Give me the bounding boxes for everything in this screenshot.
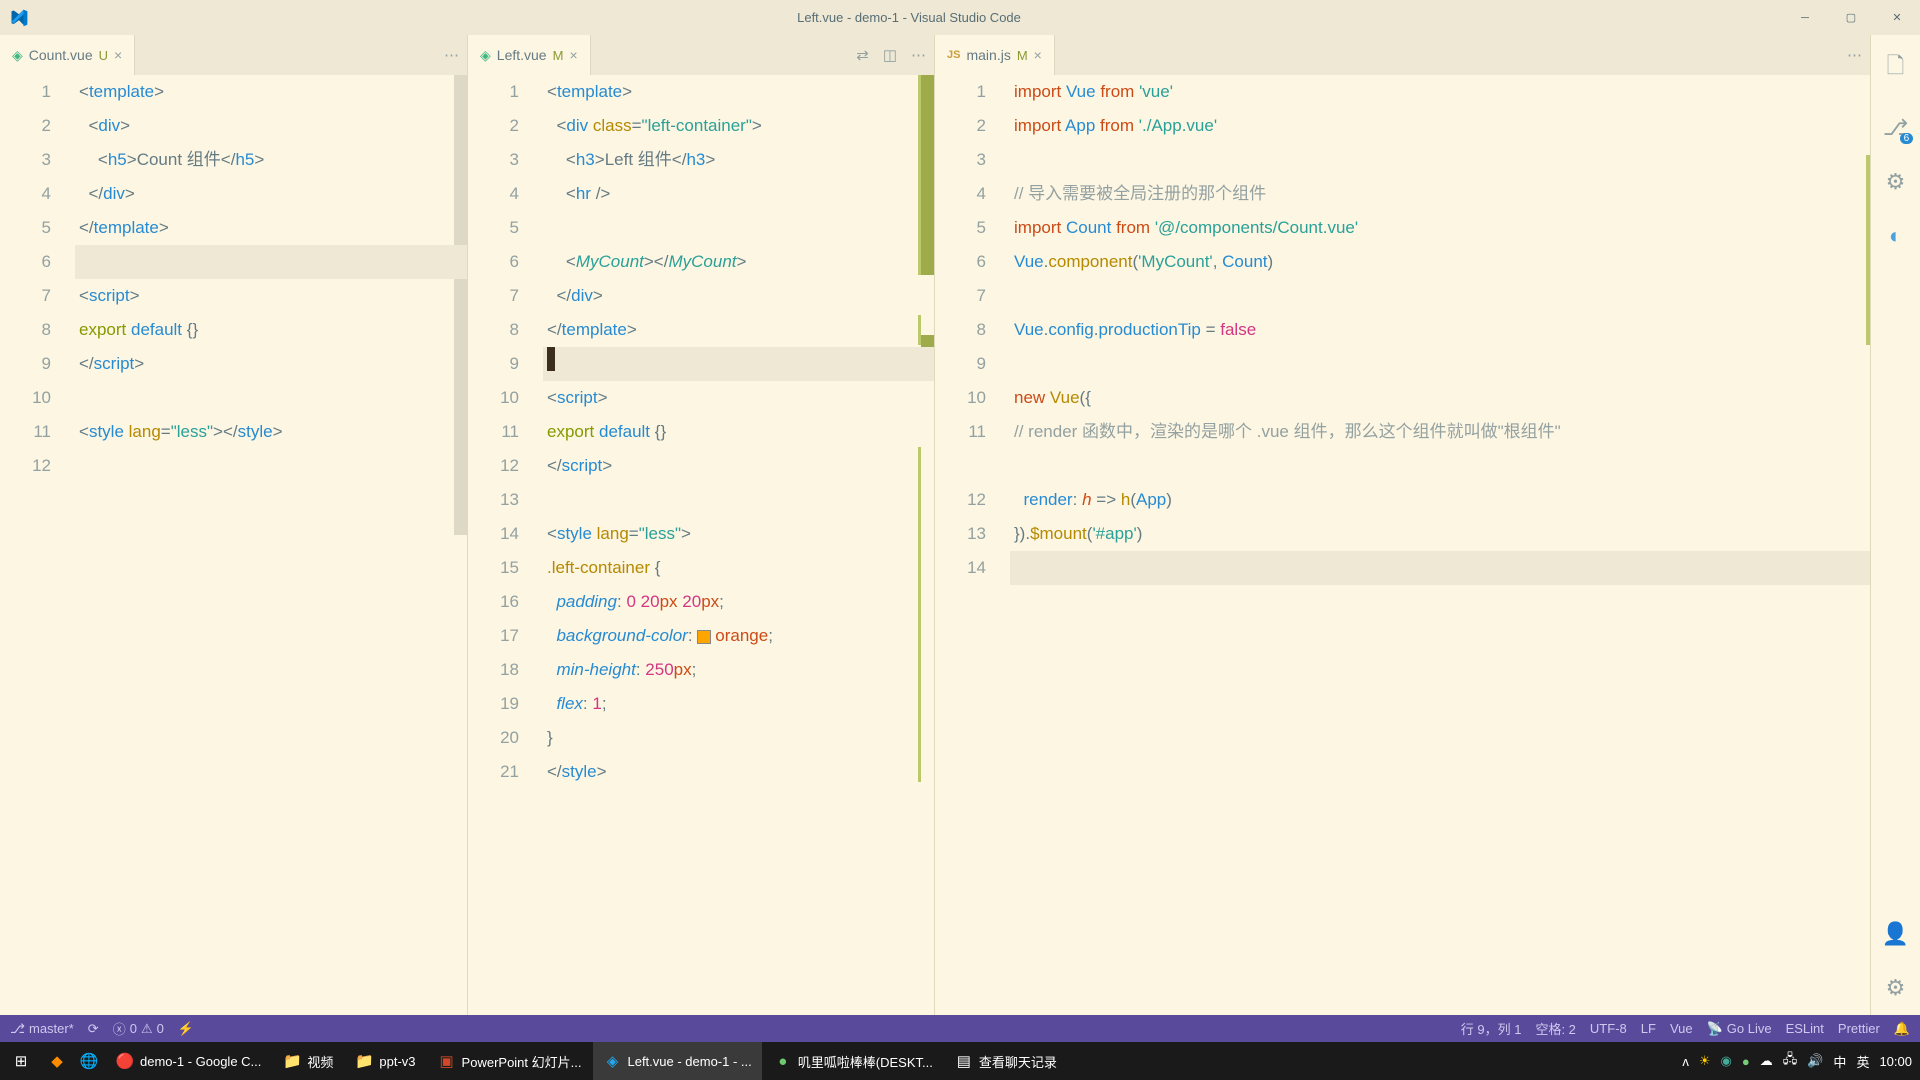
git-branch[interactable]: ⎇ master* — [10, 1021, 74, 1037]
extensions-icon[interactable]: ⚙ — [1886, 169, 1906, 195]
close-icon[interactable]: × — [569, 47, 577, 63]
maximize-button[interactable]: ▢ — [1828, 0, 1874, 35]
explorer-icon[interactable]: 🗋 — [1887, 49, 1905, 87]
gutter: 1234567891011121314 — [935, 75, 1010, 1015]
indentation[interactable]: 空格: 2 — [1535, 1019, 1575, 1038]
gutter: 123456789101112 — [0, 75, 75, 1015]
vue-icon: ◈ — [480, 47, 491, 64]
volume-icon[interactable]: 🔊 — [1807, 1053, 1823, 1069]
tray-icon[interactable]: ☁ — [1760, 1053, 1773, 1069]
titlebar: Left.vue - demo-1 - Visual Studio Code ─… — [0, 0, 1920, 35]
tab-bar-1: ◈ Count.vue U × ⋯ — [0, 35, 467, 75]
close-button[interactable]: ✕ — [1874, 0, 1920, 35]
vscode-icon — [10, 9, 28, 27]
tab-bar-2: ◈ Left.vue M × ⇄ ◫ ⋯ — [468, 35, 934, 75]
activity-bar: 🗋 ⎇6 ⚙ ◐ 👤 ⚙ — [1870, 35, 1920, 1015]
taskbar-chrome[interactable]: 🔴demo-1 - Google C... — [106, 1042, 271, 1080]
encoding[interactable]: UTF-8 — [1590, 1021, 1627, 1036]
tray-up-icon[interactable]: ʌ — [1682, 1054, 1689, 1069]
language-mode[interactable]: Vue — [1670, 1021, 1693, 1036]
prettier[interactable]: Prettier — [1838, 1021, 1880, 1036]
color-swatch[interactable] — [697, 630, 711, 644]
edge-icon[interactable]: ◐ — [1889, 223, 1902, 249]
ime-cn[interactable]: 中 — [1833, 1052, 1846, 1071]
tab-main-js[interactable]: JS main.js M × — [935, 35, 1055, 75]
tab-bar-3: JS main.js M × ⋯ — [935, 35, 1870, 75]
vue-icon: ◈ — [12, 47, 23, 64]
taskbar-app[interactable]: ◆ — [42, 1042, 72, 1080]
tab-count-vue[interactable]: ◈ Count.vue U × — [0, 35, 135, 75]
minimize-button[interactable]: ─ — [1782, 0, 1828, 35]
gutter: 123456789101112131415161718192021 — [468, 75, 543, 1015]
taskbar-vscode[interactable]: ◈Left.vue - demo-1 - ... — [593, 1042, 761, 1080]
editor-left[interactable]: 123456789101112131415161718192021 <templ… — [468, 75, 934, 1015]
cursor — [547, 347, 555, 371]
taskbar-chat[interactable]: ●叽里呱啦棒棒(DESKT... — [764, 1042, 943, 1080]
tray-icon[interactable]: ● — [1742, 1054, 1750, 1069]
close-icon[interactable]: × — [1034, 47, 1042, 63]
taskbar-folder-video[interactable]: 📁视频 — [273, 1042, 343, 1080]
more-icon[interactable]: ⋯ — [911, 46, 926, 64]
close-icon[interactable]: × — [114, 47, 122, 63]
more-icon[interactable]: ⋯ — [1847, 46, 1862, 64]
sync-icon[interactable]: ⟳ — [88, 1021, 99, 1037]
js-icon: JS — [947, 49, 960, 61]
eol[interactable]: LF — [1641, 1021, 1656, 1036]
go-live[interactable]: 📡 Go Live — [1707, 1021, 1772, 1037]
problems[interactable]: ⓧ 0 ⚠ 0 — [113, 1019, 164, 1038]
settings-icon[interactable]: ⚙ — [1886, 975, 1906, 1001]
notifications-icon[interactable]: 🔔 — [1894, 1021, 1910, 1037]
statusbar: ⎇ master* ⟳ ⓧ 0 ⚠ 0 ⚡ 行 9，列 1 空格: 2 UTF-… — [0, 1015, 1920, 1042]
taskbar-powerpoint[interactable]: ▣PowerPoint 幻灯片... — [428, 1042, 592, 1080]
window-title: Left.vue - demo-1 - Visual Studio Code — [36, 10, 1782, 25]
taskbar-chatlog[interactable]: ▤查看聊天记录 — [945, 1042, 1067, 1080]
source-control-icon[interactable]: ⎇6 — [1883, 115, 1908, 141]
more-icon[interactable]: ⋯ — [444, 46, 459, 64]
eslint[interactable]: ESLint — [1786, 1021, 1824, 1036]
tray-icon[interactable]: ☀ — [1699, 1053, 1711, 1069]
compare-icon[interactable]: ⇄ — [856, 46, 869, 64]
split-icon[interactable]: ◫ — [883, 46, 897, 64]
tray-icon[interactable]: ◉ — [1721, 1053, 1732, 1069]
account-icon[interactable]: 👤 — [1882, 921, 1909, 947]
clock[interactable]: 10:00 — [1879, 1054, 1912, 1069]
taskbar: ⊞ ◆ 🌐 🔴demo-1 - Google C... 📁视频 📁ppt-v3 … — [0, 1042, 1920, 1080]
taskbar-folder-ppt[interactable]: 📁ppt-v3 — [345, 1042, 425, 1080]
editor-main[interactable]: 1234567891011121314 import Vue from 'vue… — [935, 75, 1870, 1015]
cursor-position[interactable]: 行 9，列 1 — [1461, 1019, 1522, 1038]
editor-count[interactable]: 123456789101112 <template> <div> <h5>Cou… — [0, 75, 467, 1015]
ime-en[interactable]: 英 — [1856, 1052, 1869, 1071]
debug-icon[interactable]: ⚡ — [178, 1021, 194, 1037]
tab-left-vue[interactable]: ◈ Left.vue M × — [468, 35, 591, 75]
start-button[interactable]: ⊞ — [2, 1042, 40, 1080]
network-icon[interactable]: 🖧 — [1783, 1050, 1798, 1072]
taskbar-app[interactable]: 🌐 — [74, 1042, 104, 1080]
